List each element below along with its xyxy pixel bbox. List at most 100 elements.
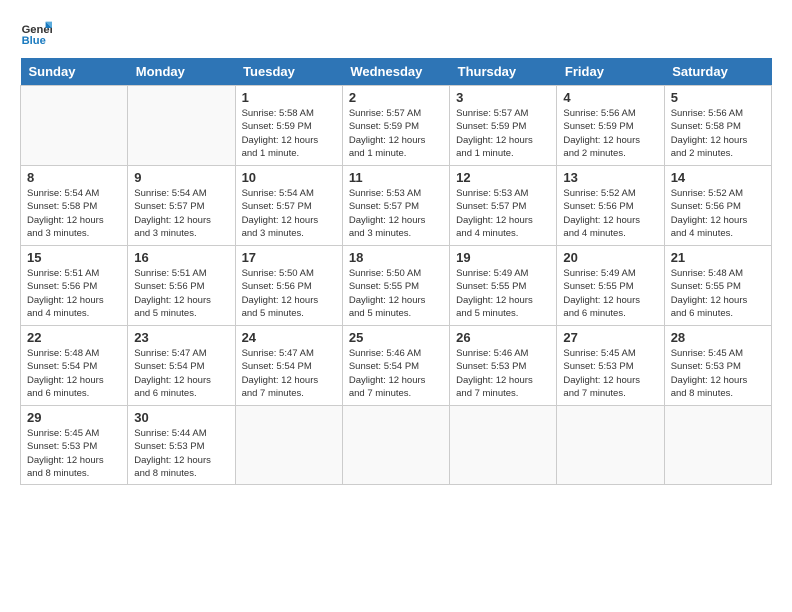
day-number: 1: [242, 90, 336, 105]
calendar-week-2: 8 Sunrise: 5:54 AM Sunset: 5:58 PM Daylig…: [21, 166, 772, 246]
calendar-header-row: SundayMondayTuesdayWednesdayThursdayFrid…: [21, 58, 772, 86]
svg-text:Blue: Blue: [22, 35, 46, 47]
day-number: 12: [456, 170, 550, 185]
page-header: General Blue: [20, 20, 772, 48]
calendar-cell: [21, 86, 128, 166]
day-info: Sunrise: 5:53 AM Sunset: 5:57 PM Dayligh…: [349, 187, 443, 240]
day-info: Sunrise: 5:52 AM Sunset: 5:56 PM Dayligh…: [671, 187, 765, 240]
day-info: Sunrise: 5:50 AM Sunset: 5:56 PM Dayligh…: [242, 267, 336, 320]
calendar-cell: 28 Sunrise: 5:45 AM Sunset: 5:53 PM Dayli…: [664, 326, 771, 406]
day-info: Sunrise: 5:44 AM Sunset: 5:53 PM Dayligh…: [134, 427, 228, 480]
header-saturday: Saturday: [664, 58, 771, 86]
day-info: Sunrise: 5:45 AM Sunset: 5:53 PM Dayligh…: [563, 347, 657, 400]
calendar-cell: 5 Sunrise: 5:56 AM Sunset: 5:58 PM Daylig…: [664, 86, 771, 166]
calendar-cell: 9Sunrise: 5:54 AM Sunset: 5:57 PM Daylig…: [128, 166, 235, 246]
day-info: Sunrise: 5:47 AM Sunset: 5:54 PM Dayligh…: [134, 347, 228, 400]
header-wednesday: Wednesday: [342, 58, 449, 86]
calendar-cell: 8 Sunrise: 5:54 AM Sunset: 5:58 PM Daylig…: [21, 166, 128, 246]
calendar-cell: 15 Sunrise: 5:51 AM Sunset: 5:56 PM Dayli…: [21, 246, 128, 326]
day-info: Sunrise: 5:45 AM Sunset: 5:53 PM Dayligh…: [671, 347, 765, 400]
calendar-cell: 16 Sunrise: 5:51 AM Sunset: 5:56 PM Dayli…: [128, 246, 235, 326]
calendar-week-5: 29Sunrise: 5:45 AM Sunset: 5:53 PM Dayli…: [21, 406, 772, 485]
day-info: Sunrise: 5:52 AM Sunset: 5:56 PM Dayligh…: [563, 187, 657, 240]
day-info: Sunrise: 5:46 AM Sunset: 5:53 PM Dayligh…: [456, 347, 550, 400]
calendar-cell: 25 Sunrise: 5:46 AM Sunset: 5:54 PM Dayli…: [342, 326, 449, 406]
header-tuesday: Tuesday: [235, 58, 342, 86]
header-friday: Friday: [557, 58, 664, 86]
day-info: Sunrise: 5:50 AM Sunset: 5:55 PM Dayligh…: [349, 267, 443, 320]
calendar-cell: [450, 406, 557, 485]
day-number: 19: [456, 250, 550, 265]
calendar-cell: [128, 86, 235, 166]
calendar-week-4: 22 Sunrise: 5:48 AM Sunset: 5:54 PM Dayli…: [21, 326, 772, 406]
day-info: Sunrise: 5:58 AM Sunset: 5:59 PM Dayligh…: [242, 107, 336, 160]
day-info: Sunrise: 5:54 AM Sunset: 5:58 PM Dayligh…: [27, 187, 121, 240]
logo: General Blue: [20, 20, 52, 48]
day-info: Sunrise: 5:56 AM Sunset: 5:58 PM Dayligh…: [671, 107, 765, 160]
calendar-cell: 3Sunrise: 5:57 AM Sunset: 5:59 PM Daylig…: [450, 86, 557, 166]
calendar-cell: 12 Sunrise: 5:53 AM Sunset: 5:57 PM Dayli…: [450, 166, 557, 246]
day-number: 15: [27, 250, 121, 265]
calendar-cell: 22 Sunrise: 5:48 AM Sunset: 5:54 PM Dayli…: [21, 326, 128, 406]
day-number: 16: [134, 250, 228, 265]
day-info: Sunrise: 5:49 AM Sunset: 5:55 PM Dayligh…: [563, 267, 657, 320]
day-number: 30: [134, 410, 228, 425]
header-thursday: Thursday: [450, 58, 557, 86]
day-number: 25: [349, 330, 443, 345]
logo-icon: General Blue: [20, 20, 52, 48]
day-number: 11: [349, 170, 443, 185]
day-number: 18: [349, 250, 443, 265]
calendar-cell: [664, 406, 771, 485]
calendar-cell: 18 Sunrise: 5:50 AM Sunset: 5:55 PM Dayli…: [342, 246, 449, 326]
day-info: Sunrise: 5:48 AM Sunset: 5:55 PM Dayligh…: [671, 267, 765, 320]
day-number: 13: [563, 170, 657, 185]
calendar-cell: 30 Sunrise: 5:44 AM Sunset: 5:53 PM Dayli…: [128, 406, 235, 485]
day-info: Sunrise: 5:46 AM Sunset: 5:54 PM Dayligh…: [349, 347, 443, 400]
day-info: Sunrise: 5:54 AM Sunset: 5:57 PM Dayligh…: [242, 187, 336, 240]
day-number: 9: [134, 170, 228, 185]
day-info: Sunrise: 5:45 AM Sunset: 5:53 PM Dayligh…: [27, 427, 121, 480]
day-number: 22: [27, 330, 121, 345]
calendar-cell: 10 Sunrise: 5:54 AM Sunset: 5:57 PM Dayli…: [235, 166, 342, 246]
calendar-cell: 17 Sunrise: 5:50 AM Sunset: 5:56 PM Dayli…: [235, 246, 342, 326]
calendar-cell: [557, 406, 664, 485]
calendar-cell: 27Sunrise: 5:45 AM Sunset: 5:53 PM Dayli…: [557, 326, 664, 406]
calendar-cell: 21 Sunrise: 5:48 AM Sunset: 5:55 PM Dayli…: [664, 246, 771, 326]
calendar-cell: 23 Sunrise: 5:47 AM Sunset: 5:54 PM Dayli…: [128, 326, 235, 406]
calendar-week-1: 1 Sunrise: 5:58 AM Sunset: 5:59 PM Daylig…: [21, 86, 772, 166]
day-number: 10: [242, 170, 336, 185]
calendar-cell: 13 Sunrise: 5:52 AM Sunset: 5:56 PM Dayli…: [557, 166, 664, 246]
day-number: 5: [671, 90, 765, 105]
day-number: 24: [242, 330, 336, 345]
day-info: Sunrise: 5:51 AM Sunset: 5:56 PM Dayligh…: [134, 267, 228, 320]
day-info: Sunrise: 5:56 AM Sunset: 5:59 PM Dayligh…: [563, 107, 657, 160]
day-info: Sunrise: 5:48 AM Sunset: 5:54 PM Dayligh…: [27, 347, 121, 400]
calendar-cell: 11 Sunrise: 5:53 AM Sunset: 5:57 PM Dayli…: [342, 166, 449, 246]
calendar-cell: [342, 406, 449, 485]
calendar-cell: 14Sunrise: 5:52 AM Sunset: 5:56 PM Dayli…: [664, 166, 771, 246]
calendar-cell: 26 Sunrise: 5:46 AM Sunset: 5:53 PM Dayli…: [450, 326, 557, 406]
calendar-cell: 29Sunrise: 5:45 AM Sunset: 5:53 PM Dayli…: [21, 406, 128, 485]
day-number: 8: [27, 170, 121, 185]
day-info: Sunrise: 5:57 AM Sunset: 5:59 PM Dayligh…: [349, 107, 443, 160]
header-sunday: Sunday: [21, 58, 128, 86]
day-number: 21: [671, 250, 765, 265]
calendar-cell: [235, 406, 342, 485]
day-info: Sunrise: 5:57 AM Sunset: 5:59 PM Dayligh…: [456, 107, 550, 160]
day-number: 28: [671, 330, 765, 345]
calendar-cell: 1 Sunrise: 5:58 AM Sunset: 5:59 PM Daylig…: [235, 86, 342, 166]
calendar-cell: 4 Sunrise: 5:56 AM Sunset: 5:59 PM Daylig…: [557, 86, 664, 166]
calendar-cell: 2 Sunrise: 5:57 AM Sunset: 5:59 PM Daylig…: [342, 86, 449, 166]
header-monday: Monday: [128, 58, 235, 86]
day-number: 4: [563, 90, 657, 105]
day-info: Sunrise: 5:53 AM Sunset: 5:57 PM Dayligh…: [456, 187, 550, 240]
day-info: Sunrise: 5:51 AM Sunset: 5:56 PM Dayligh…: [27, 267, 121, 320]
calendar-cell: 19 Sunrise: 5:49 AM Sunset: 5:55 PM Dayli…: [450, 246, 557, 326]
day-number: 2: [349, 90, 443, 105]
day-info: Sunrise: 5:49 AM Sunset: 5:55 PM Dayligh…: [456, 267, 550, 320]
day-number: 26: [456, 330, 550, 345]
calendar-table: SundayMondayTuesdayWednesdayThursdayFrid…: [20, 58, 772, 485]
day-number: 23: [134, 330, 228, 345]
day-info: Sunrise: 5:47 AM Sunset: 5:54 PM Dayligh…: [242, 347, 336, 400]
day-number: 17: [242, 250, 336, 265]
